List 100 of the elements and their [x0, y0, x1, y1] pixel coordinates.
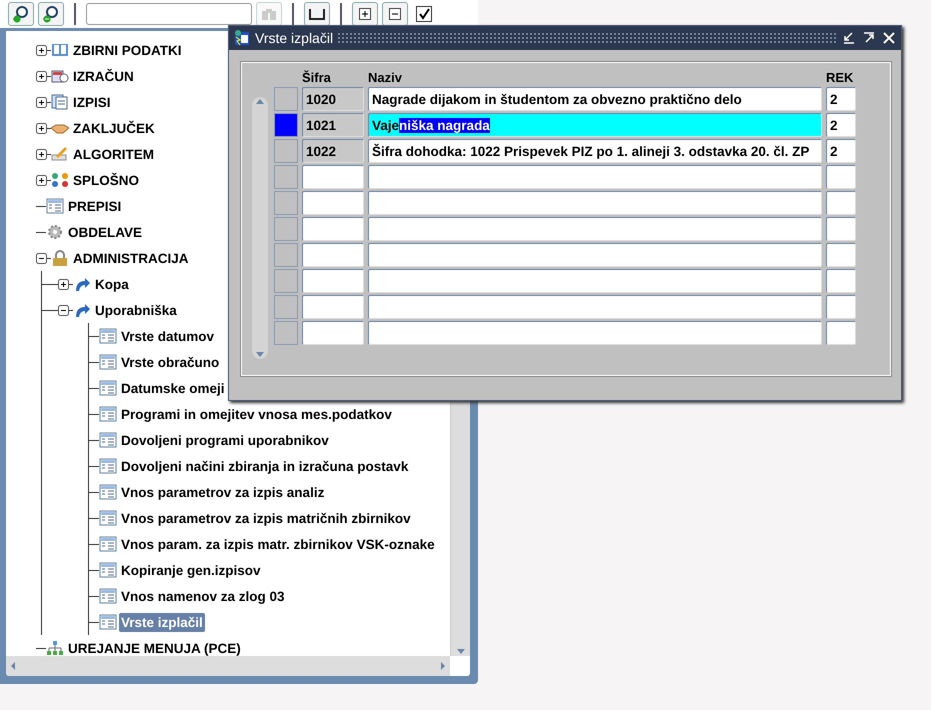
- name-field[interactable]: Nagrade dijakom in študentom za obvezno praktično delo: [368, 87, 822, 111]
- code-field[interactable]: [302, 165, 364, 189]
- form-icon: [99, 380, 117, 396]
- zoom-out-button[interactable]: [38, 2, 64, 26]
- tree-item[interactable]: Dovoljeni programi uporabnikov: [119, 430, 331, 450]
- pen-icon: [51, 146, 69, 162]
- expander-icon[interactable]: [36, 252, 47, 264]
- tree-item[interactable]: Programi in omejitev vnosa mes.podatkov: [119, 404, 394, 424]
- code-field[interactable]: [302, 295, 364, 319]
- rek-field[interactable]: 2: [826, 87, 856, 111]
- name-field[interactable]: [368, 191, 822, 215]
- name-field[interactable]: [368, 243, 822, 267]
- collapse-all-button[interactable]: [382, 2, 408, 26]
- name-field[interactable]: [368, 295, 822, 319]
- code-field[interactable]: 1022: [302, 139, 364, 163]
- tree-item[interactable]: PREPISI: [66, 196, 124, 216]
- tree-item[interactable]: SPLOŠNO: [71, 170, 142, 190]
- form-icon: [99, 484, 117, 500]
- form-icon: [99, 354, 117, 370]
- expander-icon[interactable]: [36, 44, 47, 56]
- scroll-up-icon[interactable]: [255, 97, 265, 105]
- expander-icon[interactable]: [58, 304, 69, 316]
- rek-field[interactable]: [826, 243, 856, 267]
- search-field[interactable]: [86, 3, 252, 25]
- minimize-button[interactable]: [841, 30, 857, 46]
- code-field[interactable]: [302, 269, 364, 293]
- tree-item[interactable]: ALGORITEM: [71, 144, 156, 164]
- form-icon: [99, 536, 117, 552]
- calendar-icon: [51, 68, 69, 84]
- name-field[interactable]: [368, 321, 822, 345]
- tree-item[interactable]: Uporabniška: [93, 300, 179, 320]
- curved-arrow-icon: [73, 276, 91, 292]
- tray-icon: [309, 8, 325, 20]
- checkbox[interactable]: [416, 6, 432, 22]
- code-field[interactable]: 1021: [302, 113, 364, 137]
- form-icon: [99, 458, 117, 474]
- tree-item[interactable]: OBDELAVE: [66, 222, 144, 242]
- expander-icon[interactable]: [36, 122, 47, 134]
- code-field[interactable]: [302, 217, 364, 241]
- tree-item[interactable]: Kopiranje gen.izpisov: [119, 560, 263, 580]
- tree-item[interactable]: UREJANJE MENUJA (PCE): [66, 638, 243, 656]
- scroll-right-icon[interactable]: [440, 661, 446, 671]
- rek-field[interactable]: 2: [826, 113, 856, 137]
- vertical-scrollbar[interactable]: [252, 97, 268, 359]
- rek-field[interactable]: [826, 217, 856, 241]
- tree-item[interactable]: Dovoljeni načini zbiranja in izračuna postavk: [119, 456, 410, 476]
- rek-field[interactable]: 2: [826, 139, 856, 163]
- zoom-in-button[interactable]: [8, 2, 34, 26]
- tree-item[interactable]: Vnos namenov za zlog 03: [119, 586, 287, 606]
- rek-field[interactable]: [826, 269, 856, 293]
- name-field[interactable]: [368, 217, 822, 241]
- code-field[interactable]: [302, 191, 364, 215]
- code-field[interactable]: [302, 243, 364, 267]
- tree-item[interactable]: IZPISI: [71, 92, 113, 112]
- scroll-left-icon[interactable]: [10, 661, 16, 671]
- tree-item[interactable]: Datumske omeji: [119, 378, 227, 398]
- rek-field[interactable]: [826, 321, 856, 345]
- record-indicator[interactable]: [274, 113, 298, 137]
- minus-icon: [389, 8, 401, 20]
- tray-button[interactable]: [304, 2, 330, 26]
- expander-icon[interactable]: [58, 278, 69, 290]
- rek-field[interactable]: [826, 165, 856, 189]
- name-field[interactable]: [368, 269, 822, 293]
- column-header: Šifra: [302, 69, 332, 85]
- name-field[interactable]: [368, 165, 822, 189]
- binoculars-button[interactable]: [256, 2, 282, 26]
- name-field[interactable]: Šifra dohodka: 1022 Prispevek PIZ po 1. alineji 3. odstavka 20. čl. ZP: [368, 139, 822, 163]
- tree-item[interactable]: Vrste obračuno: [119, 352, 222, 372]
- column-header: REK: [826, 69, 854, 85]
- form-icon: [99, 328, 117, 344]
- expander-icon[interactable]: [36, 148, 47, 160]
- expand-all-button[interactable]: [352, 2, 378, 26]
- lock-icon: [51, 250, 69, 266]
- tree-item[interactable]: IZRAČUN: [71, 66, 136, 86]
- tree-item[interactable]: Vnos parametrov za izpis analiz: [119, 482, 326, 502]
- tree-item[interactable]: Vnos parametrov za izpis matričnih zbirnikov: [119, 508, 413, 528]
- tree-item[interactable]: ZAKLJUČEK: [71, 118, 157, 138]
- rek-field[interactable]: [826, 191, 856, 215]
- code-field[interactable]: 1020: [302, 87, 364, 111]
- rek-field[interactable]: [826, 295, 856, 319]
- tree-item[interactable]: Kopa: [93, 274, 131, 294]
- close-button[interactable]: [881, 30, 897, 46]
- expander-icon[interactable]: [36, 174, 47, 186]
- code-field[interactable]: [302, 321, 364, 345]
- window-title: Vrste izplačil: [255, 30, 334, 46]
- expander-icon[interactable]: [36, 96, 47, 108]
- app-icon: [233, 29, 251, 47]
- horizontal-scrollbar[interactable]: [6, 656, 450, 676]
- tree-item[interactable]: Vrste izplačil: [119, 612, 205, 632]
- tree-item[interactable]: ADMINISTRACIJA: [71, 248, 191, 268]
- tree-item[interactable]: ZBIRNI PODATKI: [71, 40, 184, 60]
- expander-icon[interactable]: [36, 70, 47, 82]
- tree-item[interactable]: Vnos param. za izpis matr. zbirnikov VSK-oznake: [119, 534, 437, 554]
- scroll-down-icon[interactable]: [255, 351, 265, 359]
- form-icon: [99, 562, 117, 578]
- pages-icon: [51, 94, 69, 110]
- form-icon: [99, 406, 117, 422]
- name-field[interactable]: Vajeniška nagrada: [368, 113, 822, 137]
- network-icon: [46, 640, 64, 656]
- tree-item[interactable]: Vrste datumov: [119, 326, 216, 346]
